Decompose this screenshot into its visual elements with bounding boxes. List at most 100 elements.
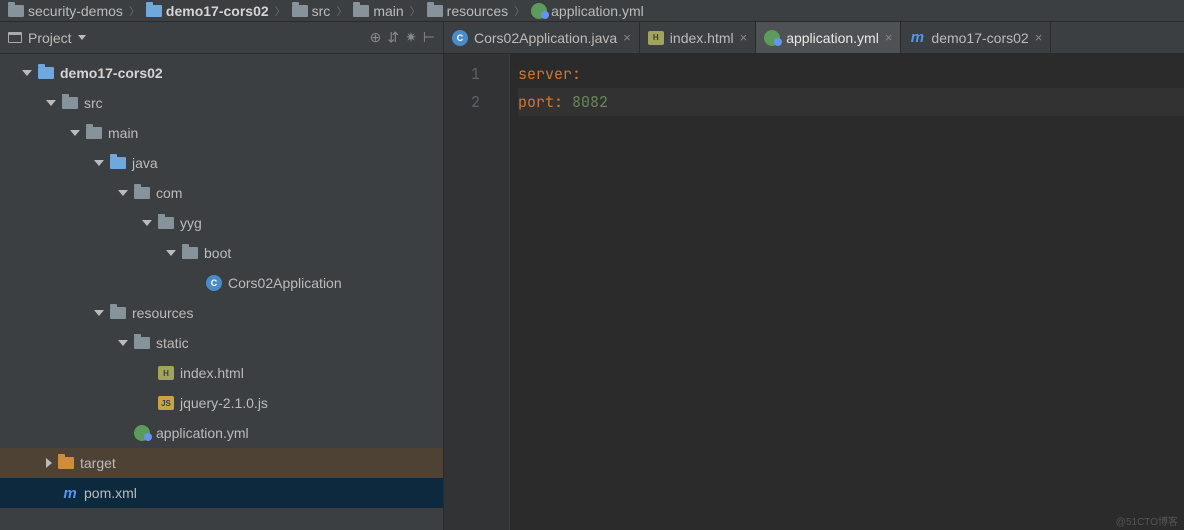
folder-target-icon: [58, 457, 74, 469]
editor-tab[interactable]: CCors02Application.java×: [444, 22, 640, 53]
tree-label: application.yml: [156, 425, 249, 441]
folder-module-icon: [38, 67, 54, 79]
close-icon[interactable]: ×: [1035, 30, 1043, 45]
breadcrumb-item[interactable]: application.yml: [527, 3, 648, 19]
locate-icon[interactable]: ⊕: [370, 29, 382, 46]
maven-icon: m: [909, 31, 925, 45]
code-line[interactable]: port: 8082: [518, 88, 1184, 116]
tree-label: demo17-cors02: [60, 65, 163, 81]
code-line[interactable]: server:: [518, 60, 1184, 88]
folder-resources-icon: [427, 5, 443, 17]
code-content[interactable]: server: port: 8082: [510, 54, 1184, 530]
code-editor[interactable]: 12 server: port: 8082: [444, 54, 1184, 530]
tree-label: index.html: [180, 365, 244, 381]
chevron-down-icon[interactable]: [94, 160, 104, 166]
tab-label: index.html: [670, 30, 734, 46]
token-colon: :: [572, 64, 581, 84]
tree-row[interactable]: Hindex.html: [0, 358, 443, 388]
folder-icon: [86, 127, 102, 139]
close-icon[interactable]: ×: [623, 30, 631, 45]
tree-row[interactable]: main: [0, 118, 443, 148]
js-icon: JS: [158, 396, 174, 410]
chevron-down-icon[interactable]: [22, 70, 32, 76]
tree-row[interactable]: resources: [0, 298, 443, 328]
tab-label: demo17-cors02: [931, 30, 1028, 46]
tree-row[interactable]: demo17-cors02: [0, 58, 443, 88]
yml-icon: [531, 3, 547, 19]
tree-row[interactable]: mpom.xml: [0, 478, 443, 508]
folder-icon: [182, 247, 198, 259]
token-colon: :: [554, 92, 572, 112]
fold-gutter: [490, 54, 510, 530]
tree-row[interactable]: static: [0, 328, 443, 358]
breadcrumb-separator: 〉: [408, 3, 423, 19]
breadcrumb-separator: 〉: [512, 3, 527, 19]
line-number: 1: [444, 60, 480, 88]
tree-row[interactable]: java: [0, 148, 443, 178]
chevron-down-icon[interactable]: [142, 220, 152, 226]
breadcrumb-label: main: [373, 3, 403, 19]
tree-row[interactable]: boot: [0, 238, 443, 268]
breadcrumb-item[interactable]: security-demos: [4, 3, 127, 19]
folder-icon: [134, 337, 150, 349]
close-icon[interactable]: ×: [740, 30, 748, 45]
tree-label: main: [108, 125, 138, 141]
breadcrumb-label: resources: [447, 3, 508, 19]
collapse-icon[interactable]: ⊢: [423, 29, 435, 46]
project-title[interactable]: Project: [8, 30, 86, 46]
tree-label: Cors02Application: [228, 275, 342, 291]
chevron-right-icon[interactable]: [46, 458, 52, 468]
chevron-down-icon[interactable]: [46, 100, 56, 106]
breadcrumb-label: demo17-cors02: [166, 3, 269, 19]
tree-label: boot: [204, 245, 231, 261]
breadcrumb-label: security-demos: [28, 3, 123, 19]
breadcrumb-item[interactable]: main: [349, 3, 407, 19]
tree-row[interactable]: application.yml: [0, 418, 443, 448]
chevron-down-icon[interactable]: [94, 310, 104, 316]
breadcrumb-item[interactable]: src: [288, 3, 335, 19]
folder-resources-icon: [110, 307, 126, 319]
tab-label: application.yml: [786, 30, 879, 46]
chevron-down-icon[interactable]: [166, 250, 176, 256]
editor-tab[interactable]: Hindex.html ×: [640, 22, 756, 53]
tree-label: com: [156, 185, 182, 201]
watermark: @51CTO博客: [1116, 513, 1178, 528]
tree-label: src: [84, 95, 103, 111]
folder-icon: [158, 217, 174, 229]
html-icon: H: [648, 31, 664, 45]
tree-row[interactable]: target: [0, 448, 443, 478]
yml-icon: [134, 425, 150, 441]
tree-row[interactable]: com: [0, 178, 443, 208]
editor-tab[interactable]: application.yml ×: [756, 22, 901, 53]
editor-tab[interactable]: m demo17-cors02 ×: [901, 22, 1051, 53]
breadcrumb-label: src: [312, 3, 331, 19]
tree-row[interactable]: CCors02Application: [0, 268, 443, 298]
tab-label: Cors02Application.java: [474, 30, 617, 46]
tree-row[interactable]: JSjquery-2.1.0.js: [0, 388, 443, 418]
folder-icon: [8, 5, 24, 17]
editor-tabs: CCors02Application.java×Hindex.html×appl…: [444, 22, 1184, 54]
project-icon: [8, 32, 22, 43]
project-tree[interactable]: demo17-cors02 srcmain java com yyg boot CCors0…: [0, 54, 443, 530]
tree-label: static: [156, 335, 189, 351]
chevron-down-icon[interactable]: [118, 340, 128, 346]
chevron-down-icon[interactable]: [118, 190, 128, 196]
maven-icon: m: [62, 486, 78, 500]
tree-row[interactable]: src: [0, 88, 443, 118]
close-icon[interactable]: ×: [885, 30, 893, 45]
breadcrumb-separator: 〉: [334, 3, 349, 19]
tree-row[interactable]: yyg: [0, 208, 443, 238]
tree-label: resources: [132, 305, 193, 321]
folder-icon: [134, 187, 150, 199]
folder-icon: [62, 97, 78, 109]
breadcrumb-item[interactable]: resources: [423, 3, 512, 19]
breadcrumb-item[interactable]: demo17-cors02: [142, 3, 273, 19]
project-panel: Project ⊕ ⇵ ✷ ⊢ demo17-cors02 srcmain java…: [0, 22, 444, 530]
line-gutter: 12: [444, 54, 490, 530]
chevron-down-icon[interactable]: [70, 130, 80, 136]
project-actions: ⊕ ⇵ ✷ ⊢: [370, 29, 435, 46]
breadcrumb: security-demos〉demo17-cors02〉src〉main〉re…: [0, 0, 1184, 22]
gear-icon[interactable]: ✷: [405, 29, 417, 46]
token-key: server: [518, 64, 572, 84]
expand-icon[interactable]: ⇵: [387, 29, 399, 46]
